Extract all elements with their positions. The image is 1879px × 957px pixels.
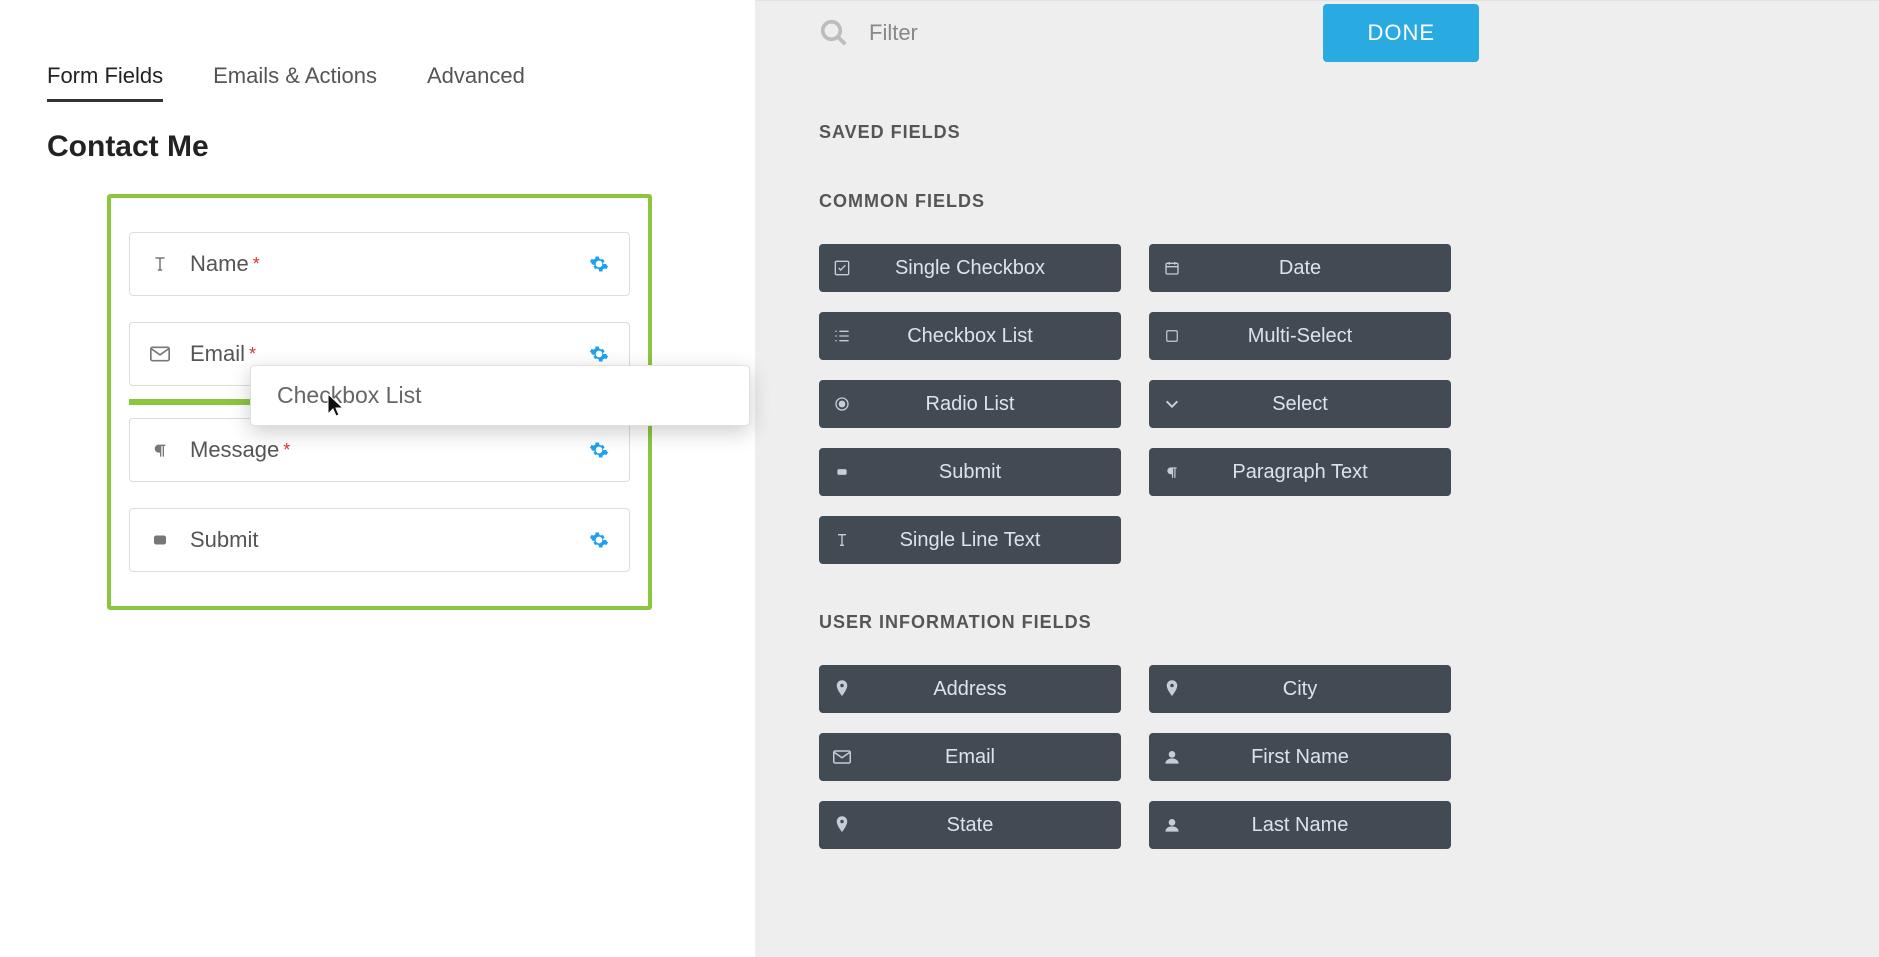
pin-icon: [819, 816, 865, 834]
card-label: City: [1195, 678, 1451, 701]
form-field-message[interactable]: Message *: [129, 418, 630, 482]
gear-icon[interactable]: [589, 344, 609, 364]
user-fields-grid: Address City Email First Name: [819, 665, 1479, 849]
card-label: Checkbox List: [865, 325, 1121, 348]
user-icon: [1149, 749, 1195, 765]
field-multi-select[interactable]: Multi-Select: [1149, 312, 1451, 360]
card-label: Paragraph Text: [1195, 461, 1451, 484]
drag-ghost: Checkbox List: [250, 365, 750, 426]
button-icon: [150, 530, 170, 550]
section-common-fields: COMMON FIELDS: [819, 191, 1479, 212]
field-checkbox-list[interactable]: Checkbox List: [819, 312, 1121, 360]
form-field-submit[interactable]: Submit: [129, 508, 630, 572]
field-date[interactable]: Date: [1149, 244, 1451, 292]
builder-tabs: Form Fields Emails & Actions Advanced: [47, 63, 708, 102]
checkbox-icon: [819, 260, 865, 276]
card-label: First Name: [1195, 746, 1451, 769]
field-paragraph-text[interactable]: Paragraph Text: [1149, 448, 1451, 496]
form-field-name[interactable]: Name *: [129, 232, 630, 296]
gear-icon[interactable]: [589, 254, 609, 274]
form-title: Contact Me: [47, 130, 708, 164]
card-label: Select: [1195, 393, 1451, 416]
field-city[interactable]: City: [1149, 665, 1451, 713]
gear-icon[interactable]: [589, 440, 609, 460]
pin-icon: [819, 680, 865, 698]
mail-icon: [150, 344, 170, 364]
field-single-checkbox[interactable]: Single Checkbox: [819, 244, 1121, 292]
tab-form-fields[interactable]: Form Fields: [47, 63, 163, 102]
field-select[interactable]: Select: [1149, 380, 1451, 428]
field-palette-pane: DONE SAVED FIELDS COMMON FIELDS Single C…: [755, 0, 1509, 957]
required-asterisk: *: [283, 440, 290, 461]
paragraph-icon: [150, 440, 170, 460]
square-icon: [1149, 329, 1195, 343]
tab-emails-actions[interactable]: Emails & Actions: [213, 63, 377, 102]
field-label: Submit: [190, 527, 258, 553]
common-fields-grid: Single Checkbox Date Checkbox List Multi…: [819, 244, 1479, 564]
section-saved-fields: SAVED FIELDS: [819, 122, 1479, 143]
field-label: Name: [190, 251, 249, 277]
card-label: Single Line Text: [865, 529, 1121, 552]
required-asterisk: *: [249, 344, 256, 365]
card-label: Single Checkbox: [865, 257, 1121, 280]
right-gutter: [1509, 0, 1879, 957]
card-label: Email: [865, 746, 1121, 769]
card-label: Multi-Select: [1195, 325, 1451, 348]
field-address[interactable]: Address: [819, 665, 1121, 713]
field-label: Message: [190, 437, 279, 463]
drop-indicator: [129, 399, 252, 405]
mail-icon: [819, 750, 865, 764]
field-radio-list[interactable]: Radio List: [819, 380, 1121, 428]
required-asterisk: *: [253, 254, 260, 275]
pin-icon: [1149, 680, 1195, 698]
drag-ghost-label: Checkbox List: [277, 382, 421, 408]
filter-input[interactable]: [869, 20, 1169, 46]
text-icon: [150, 254, 170, 274]
field-last-name[interactable]: Last Name: [1149, 801, 1451, 849]
field-first-name[interactable]: First Name: [1149, 733, 1451, 781]
field-email[interactable]: Email: [819, 733, 1121, 781]
done-button[interactable]: DONE: [1323, 4, 1479, 62]
card-label: Address: [865, 678, 1121, 701]
field-submit[interactable]: Submit: [819, 448, 1121, 496]
button-icon: [819, 465, 865, 479]
chevron-down-icon: [1149, 398, 1195, 410]
form-builder-pane: Form Fields Emails & Actions Advanced Co…: [0, 0, 755, 957]
field-label: Email: [190, 341, 245, 367]
search-icon: [819, 18, 849, 48]
tab-advanced[interactable]: Advanced: [427, 63, 525, 102]
filter-search[interactable]: [819, 18, 1303, 48]
calendar-icon: [1149, 260, 1195, 276]
text-icon: [819, 532, 865, 548]
user-icon: [1149, 817, 1195, 833]
radio-icon: [819, 396, 865, 412]
card-label: Date: [1195, 257, 1451, 280]
card-label: Submit: [865, 461, 1121, 484]
list-icon: [819, 329, 865, 343]
card-label: Last Name: [1195, 814, 1451, 837]
card-label: State: [865, 814, 1121, 837]
field-state[interactable]: State: [819, 801, 1121, 849]
card-label: Radio List: [865, 393, 1121, 416]
paragraph-icon: [1149, 464, 1195, 480]
gear-icon[interactable]: [589, 530, 609, 550]
field-single-line-text[interactable]: Single Line Text: [819, 516, 1121, 564]
section-user-fields: USER INFORMATION FIELDS: [819, 612, 1479, 633]
